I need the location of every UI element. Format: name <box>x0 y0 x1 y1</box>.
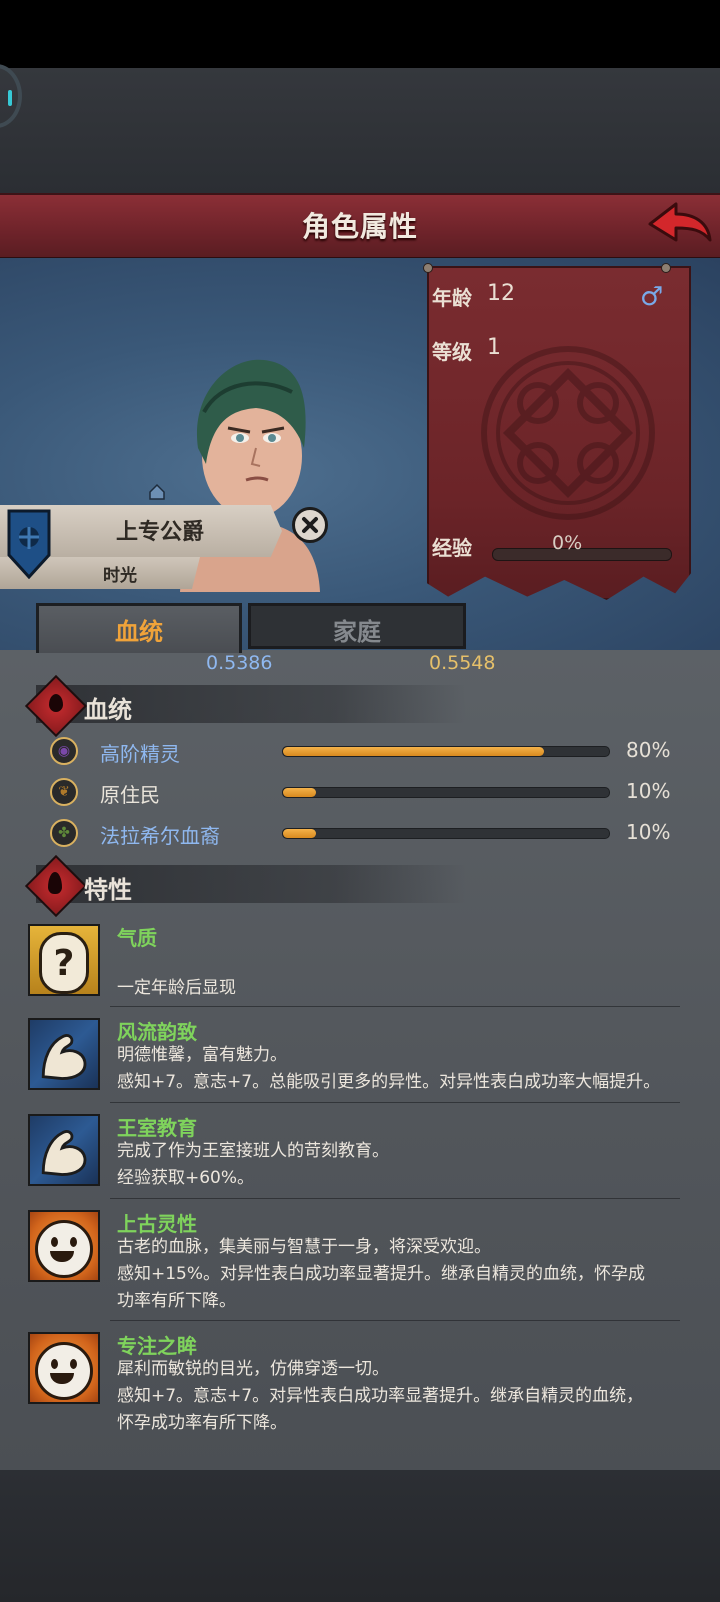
trait-divider <box>110 1006 680 1007</box>
level-label: 等级 <box>432 340 472 364</box>
bloodline-bar <box>282 746 610 757</box>
tab-family-label: 家庭 <box>333 618 381 646</box>
trait-description: 完成了作为王室接班人的苛刻教育。 <box>117 1141 389 1161</box>
rank-subtitle: 时光 <box>103 566 137 586</box>
main-panel <box>0 650 720 1470</box>
exp-value: 0% <box>552 532 583 554</box>
drop-glyph <box>49 694 63 712</box>
exp-label: 经验 <box>432 536 472 560</box>
bloodline-percent: 10% <box>626 779 671 803</box>
bloodline-bar-fill <box>283 829 316 838</box>
tab-bloodline[interactable]: 血统 <box>36 603 242 653</box>
trait-description: 古老的血脉，集美丽与智慧于一身，将深受欢迎。 <box>117 1237 491 1257</box>
trait-name: 专注之眸 <box>117 1334 197 1358</box>
bloodline-bar <box>282 787 610 798</box>
bloodline-name: 法拉希尔血裔 <box>100 824 220 848</box>
age-value: 12 <box>487 281 515 306</box>
smiley-face-icon[interactable] <box>28 1332 100 1404</box>
trait-description: 经验获取+60%。 <box>117 1168 255 1188</box>
age-label: 年龄 <box>432 286 472 310</box>
value-left: 0.5386 <box>206 652 273 674</box>
trait-description: 明德惟馨，富有魅力。 <box>117 1045 287 1065</box>
bloodline-name: 原住民 <box>100 783 160 807</box>
trait-description: 感知+15%。对异性表白成功率显著提升。继承自精灵的血统，怀孕成 <box>117 1264 646 1284</box>
high-elf-icon: ◉ <box>50 737 78 765</box>
trait-name: 风流韵致 <box>117 1020 197 1044</box>
bloodline-percent: 10% <box>626 820 671 844</box>
value-right: 0.5548 <box>429 652 496 674</box>
close-icon[interactable] <box>292 507 328 543</box>
flexed-arm-icon[interactable] <box>28 1018 100 1090</box>
traits-title: 特性 <box>84 876 132 904</box>
trait-name: 气质 <box>117 926 157 950</box>
trait-description: 感知+7。意志+7。总能吸引更多的异性。对异性表白成功率大幅提升。 <box>117 1072 661 1092</box>
top-background <box>0 68 720 193</box>
bottom-background <box>0 1470 720 1602</box>
question-mark-icon[interactable]: ? <box>28 924 100 996</box>
bloodline-bar-fill <box>283 747 544 756</box>
nail-icon <box>661 263 671 273</box>
smiley-face-icon[interactable] <box>28 1210 100 1282</box>
tab-family[interactable]: 家庭 <box>248 603 466 649</box>
trait-divider <box>110 1320 680 1321</box>
nail-icon <box>423 263 433 273</box>
bloodline-title: 血统 <box>84 696 132 724</box>
trait-description: 怀孕成功率有所下降。 <box>117 1413 287 1433</box>
trait-description: 感知+7。意志+7。对异性表白成功率显著提升。继承自精灵的血统， <box>117 1386 644 1406</box>
bloodline-bar-fill <box>283 788 316 797</box>
house-icon <box>149 483 165 500</box>
bloodline-name: 高阶精灵 <box>100 742 180 766</box>
bloodline-percent: 80% <box>626 738 671 762</box>
trait-name: 王室教育 <box>117 1116 197 1140</box>
status-bar <box>0 0 720 68</box>
celtic-knot-emblem <box>481 346 655 520</box>
page-title: 角色属性 <box>301 210 418 243</box>
trait-description: 犀利而敏锐的目光，仿佛穿透一切。 <box>117 1359 389 1379</box>
trait-description: 一定年龄后显现 <box>117 978 236 998</box>
flexed-arm-icon[interactable] <box>28 1114 100 1186</box>
family-crest-icon[interactable] <box>6 509 52 579</box>
rank-title: 上专公爵 <box>115 520 204 545</box>
tree-icon: ✤ <box>50 819 78 847</box>
male-icon: ♂ <box>640 282 664 312</box>
level-value: 1 <box>487 335 501 360</box>
trait-description: 功率有所下降。 <box>117 1291 236 1311</box>
tab-bloodline-label: 血统 <box>115 618 163 646</box>
bloodline-bar <box>282 828 610 839</box>
back-arrow-icon[interactable] <box>646 200 714 248</box>
leaf-icon: ❦ <box>50 778 78 806</box>
trait-divider <box>110 1198 680 1199</box>
trait-divider <box>110 1102 680 1103</box>
trait-name: 上古灵性 <box>117 1212 197 1236</box>
